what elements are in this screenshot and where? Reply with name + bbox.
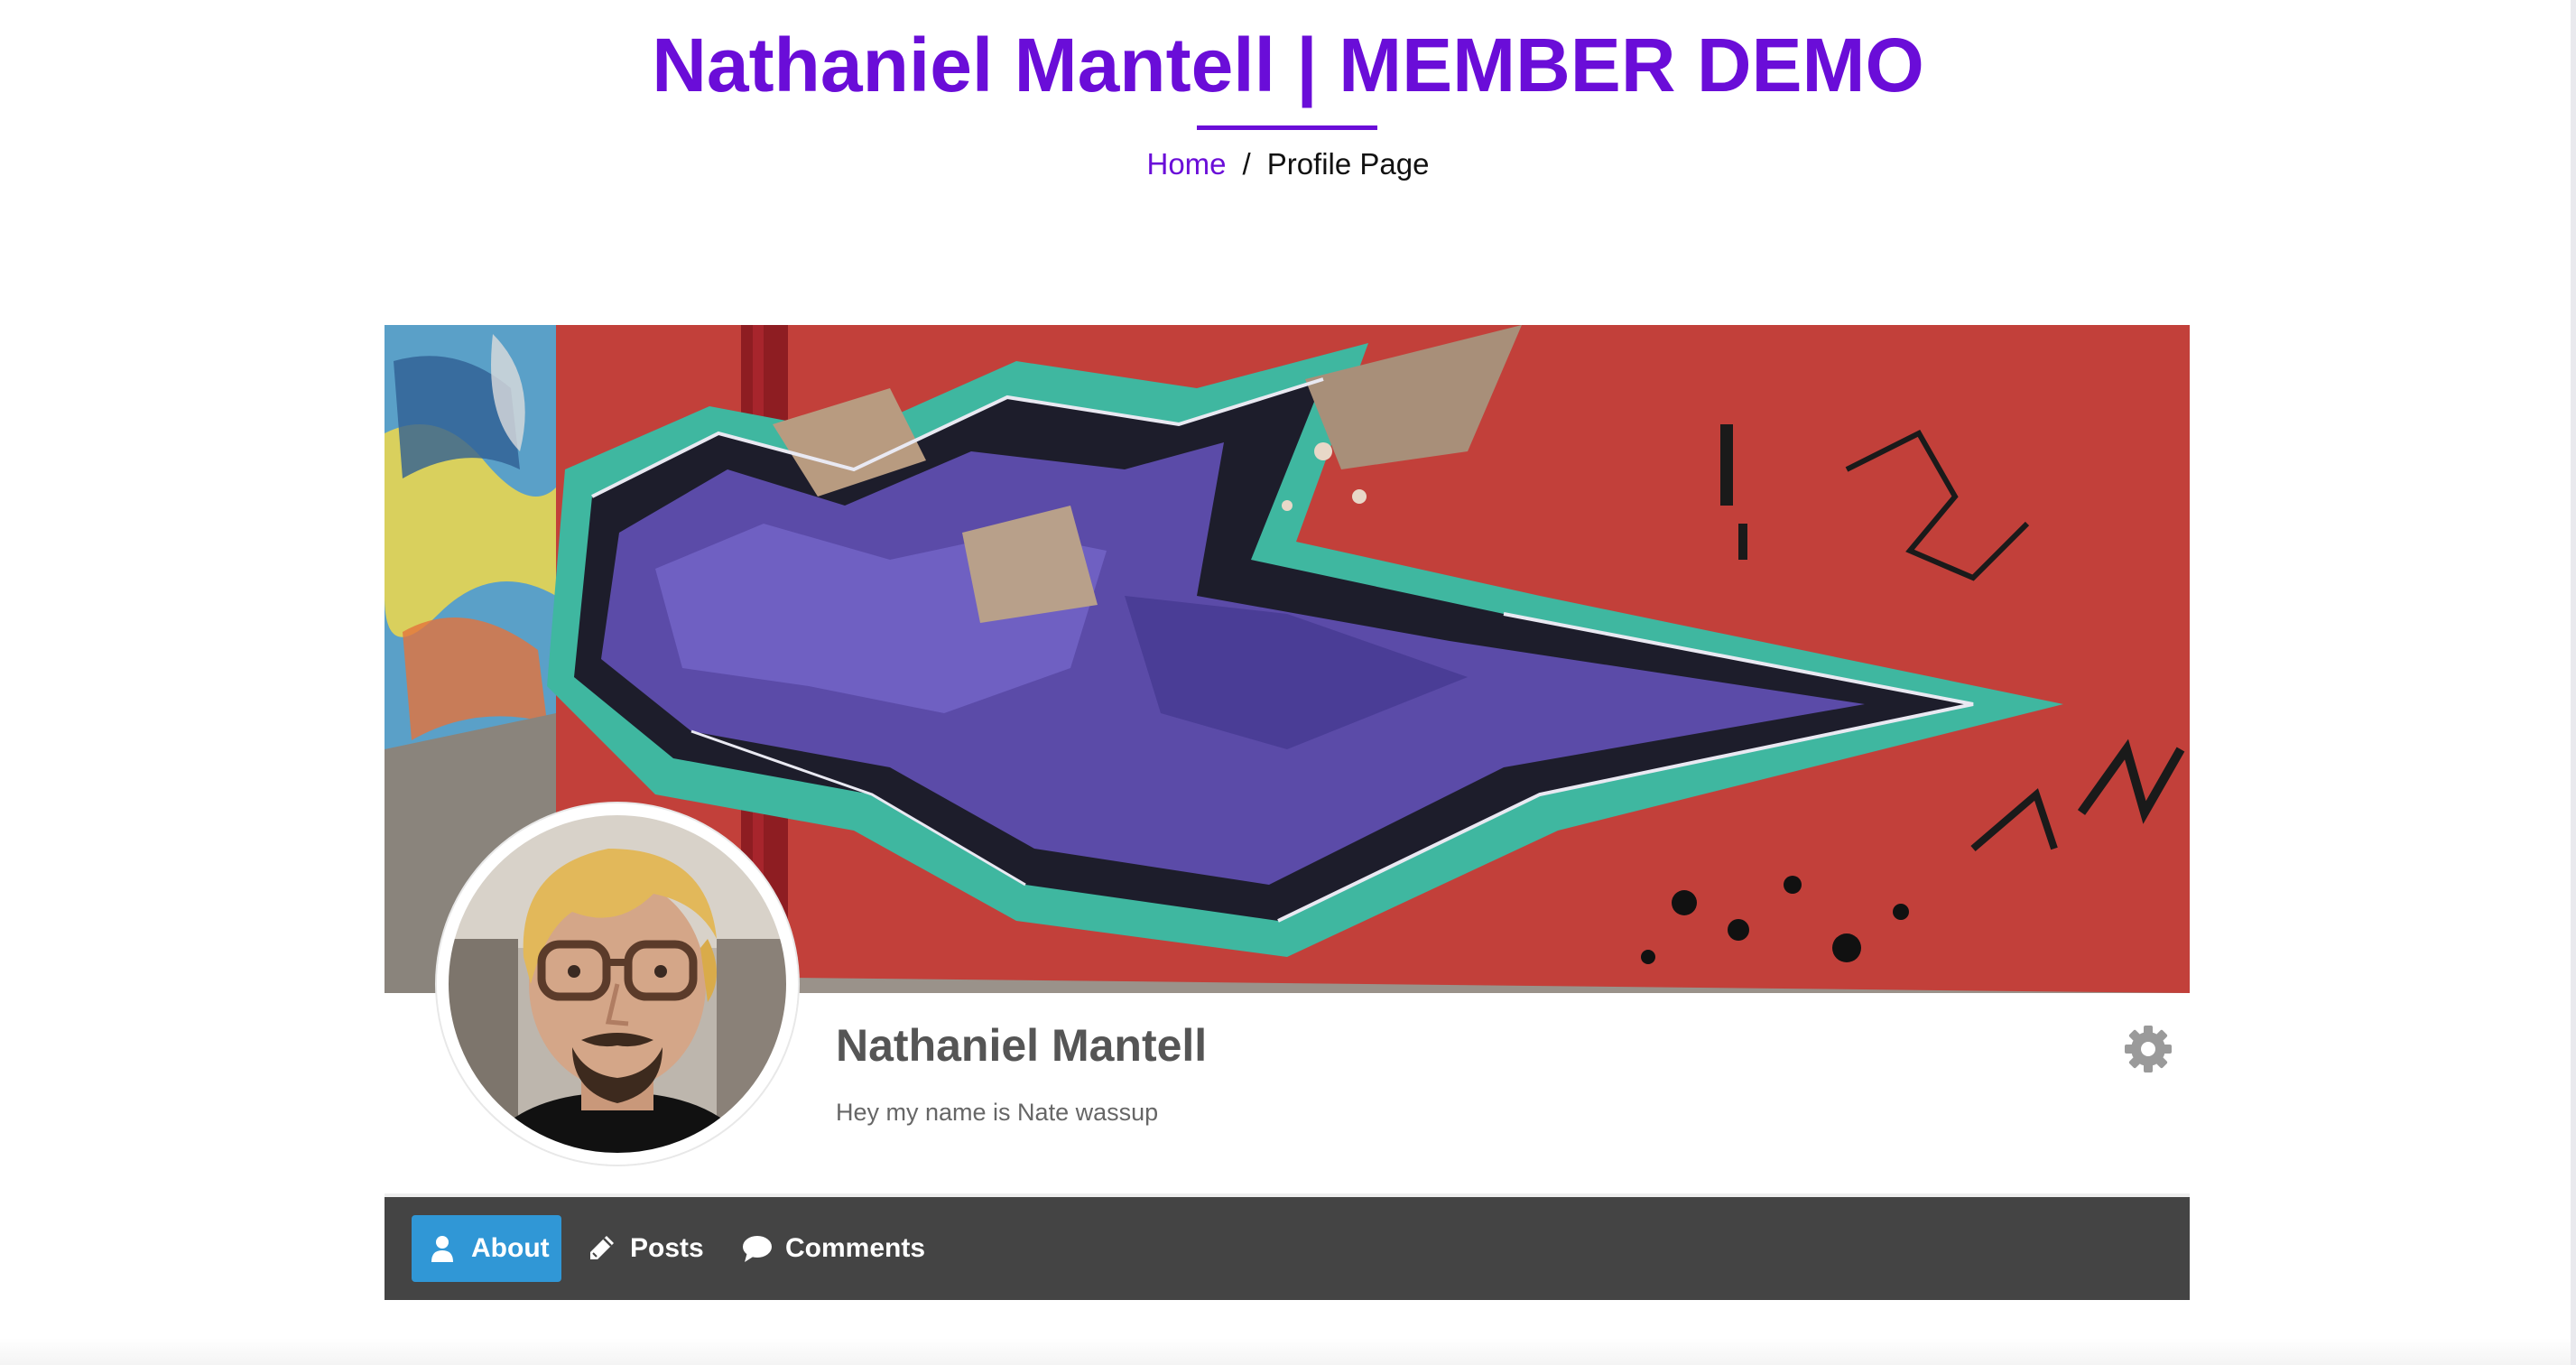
title-underline [1197,125,1377,130]
site-title: Nathaniel Mantell | MEMBER DEMO [652,23,1924,107]
comment-icon [742,1234,772,1263]
breadcrumb-home-link[interactable]: Home [1147,147,1227,181]
profile-avatar[interactable] [437,803,798,1165]
breadcrumb-separator: / [1242,147,1251,181]
user-icon [428,1234,457,1263]
tab-comments-label: Comments [785,1233,926,1263]
profile-page: Nathaniel Mantell | MEMBER DEMO Home / Pro… [0,0,2576,1365]
pencil-icon [587,1234,616,1263]
breadcrumb-current: Profile Page [1266,147,1430,181]
tab-about[interactable]: About [412,1215,561,1282]
page-bottom-shade [0,1338,2571,1365]
breadcrumb: Home / Profile Page [0,144,2576,184]
profile-name: Nathaniel Mantell [836,1020,1208,1071]
tab-posts[interactable]: Posts [587,1215,731,1282]
avatar-photo [437,803,798,1165]
tab-posts-label: Posts [630,1233,704,1263]
tab-about-label: About [471,1233,550,1263]
profile-bio: Hey my name is Nate wassup [836,1099,1159,1126]
gear-icon[interactable] [2123,1024,2173,1074]
profile-tabs: About Posts Comments [385,1197,2190,1300]
scrollbar-track[interactable] [2571,0,2576,1365]
tab-comments[interactable]: Comments [742,1215,959,1282]
